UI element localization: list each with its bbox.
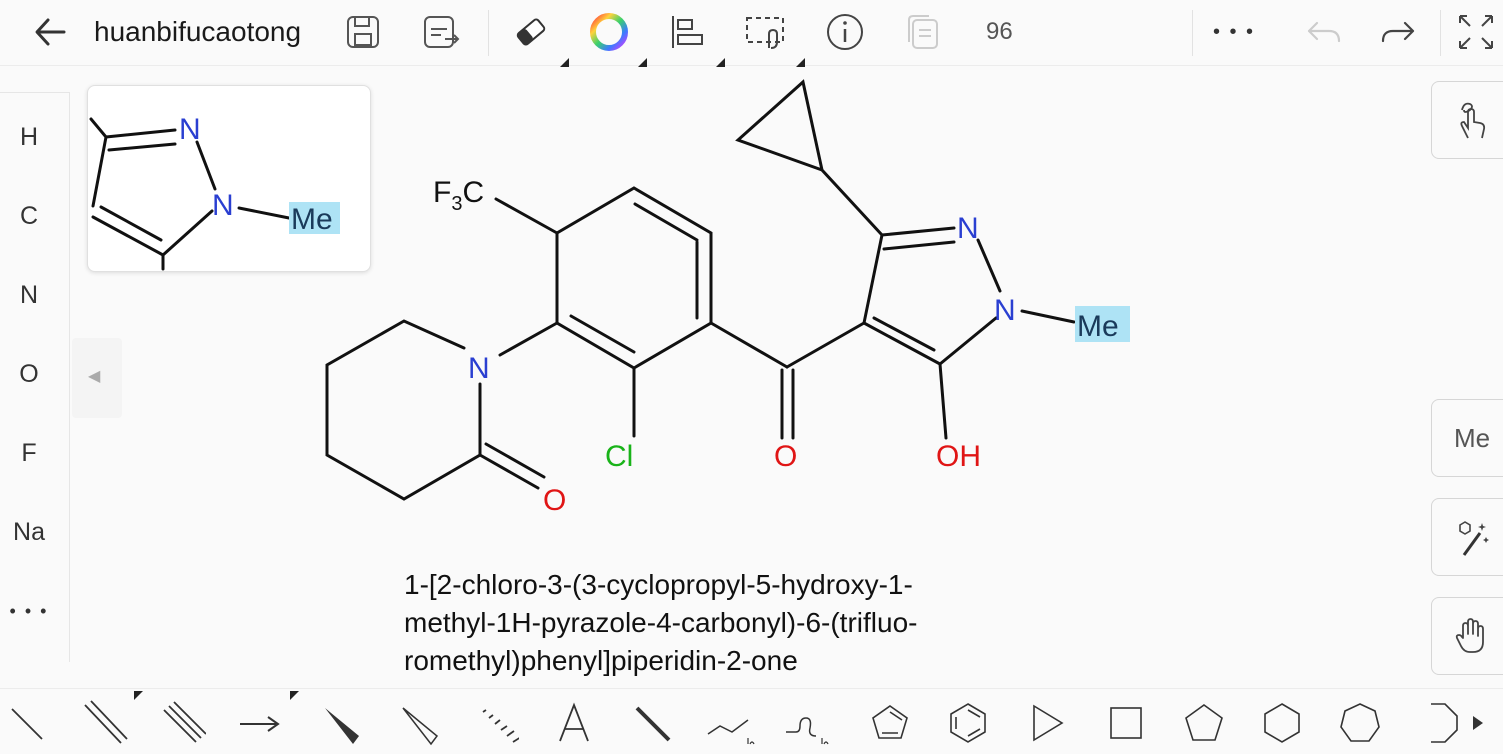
text-icon[interactable] [544, 695, 604, 751]
square-icon[interactable] [1096, 695, 1156, 751]
fullscreen-icon[interactable] [1452, 8, 1500, 56]
zoom-level[interactable]: 96 [986, 18, 1013, 46]
more-icon[interactable]: • • • [1206, 8, 1262, 56]
save-icon[interactable] [340, 8, 386, 56]
single-bond-icon[interactable] [0, 695, 56, 751]
magic-clean-button[interactable] [1431, 498, 1503, 576]
benzene-icon[interactable] [938, 695, 998, 751]
preview-atom-methyl: Me [291, 203, 333, 236]
iupac-name[interactable]: 1-[2-chloro-3-(3-cyclopropyl-5-hydroxy-1… [404, 566, 1064, 680]
save-as-icon[interactable] [418, 8, 464, 56]
iupac-line: romethyl)phenyl]piperidin-2-one [404, 645, 798, 676]
pen-touch-button[interactable] [1431, 81, 1503, 159]
atom-o-ketone[interactable]: O [774, 440, 797, 473]
wedge-bond-icon[interactable] [310, 695, 370, 751]
pentagon-icon[interactable] [1174, 695, 1234, 751]
atom-n1-pyrazole[interactable]: N [994, 294, 1016, 327]
undo-icon[interactable] [1298, 8, 1346, 56]
wavy-chain-icon[interactable] [778, 695, 838, 751]
atom-hydroxyl[interactable]: OH [936, 440, 981, 473]
atom-cf3[interactable]: F3C [433, 176, 484, 215]
top-toolbar: huanbifucaotong 96 • • • [0, 0, 1503, 67]
align-icon[interactable] [664, 8, 710, 56]
iupac-line: 1-[2-chloro-3-(3-cyclopropyl-5-hydroxy-1… [404, 569, 913, 600]
info-icon[interactable] [822, 8, 868, 56]
scroll-right-icon[interactable] [1458, 695, 1498, 751]
document-title[interactable]: huanbifucaotong [94, 16, 301, 48]
hash-bond-icon[interactable] [466, 695, 526, 751]
separator [488, 10, 489, 56]
redo-icon[interactable] [1376, 8, 1424, 56]
atom-cl[interactable]: Cl [605, 440, 633, 473]
hand-icon [1455, 618, 1484, 653]
heptagon-icon[interactable] [1330, 695, 1390, 751]
bold-bond-icon[interactable] [622, 695, 682, 751]
hexagon-icon[interactable] [1252, 695, 1312, 751]
methyl-group-button[interactable]: Me [1431, 399, 1503, 477]
molecule-atoms: F3C N O Cl O N N Me OH [433, 176, 1119, 517]
back-arrow-icon[interactable] [26, 8, 74, 56]
atom-n2-pyrazole[interactable]: N [957, 212, 979, 245]
copy-icon[interactable] [900, 8, 946, 56]
dropdown-indicator [134, 691, 143, 700]
pan-hand-button[interactable] [1431, 597, 1503, 675]
hashed-wedge-icon[interactable] [388, 695, 448, 751]
color-wheel-icon[interactable] [586, 8, 632, 56]
separator [1192, 10, 1193, 56]
bottom-toolbar [0, 688, 1503, 754]
chain-icon[interactable] [700, 695, 760, 751]
dropdown-indicator [290, 691, 299, 700]
cyclopentadiene-icon[interactable] [860, 695, 920, 751]
atom-methyl[interactable]: Me [1077, 310, 1119, 343]
arrow-icon[interactable] [230, 695, 290, 751]
triangle-icon[interactable] [1016, 695, 1076, 751]
lasso-select-icon[interactable] [742, 8, 790, 56]
triple-bond-icon[interactable] [152, 695, 212, 751]
preview-atom-n-bottom: N [212, 189, 234, 222]
molecule-bonds [325, 79, 1076, 501]
separator [1440, 10, 1441, 56]
template-preview[interactable]: N N Me [87, 85, 371, 272]
atom-n-piperidinone[interactable]: N [468, 352, 490, 385]
methyl-button-label: Me [1454, 422, 1491, 453]
magic-wand-icon [1459, 521, 1489, 556]
preview-atom-n-top: N [179, 113, 201, 146]
double-bond-icon[interactable] [74, 695, 134, 751]
pen-touch-icon [1460, 102, 1486, 139]
iupac-line: methyl-1H-pyrazole-4-carbonyl)-6-(triflu… [404, 607, 918, 638]
atom-o-lactam[interactable]: O [543, 484, 566, 517]
element-more[interactable]: • • • [0, 601, 58, 622]
eraser-icon[interactable] [508, 8, 554, 56]
